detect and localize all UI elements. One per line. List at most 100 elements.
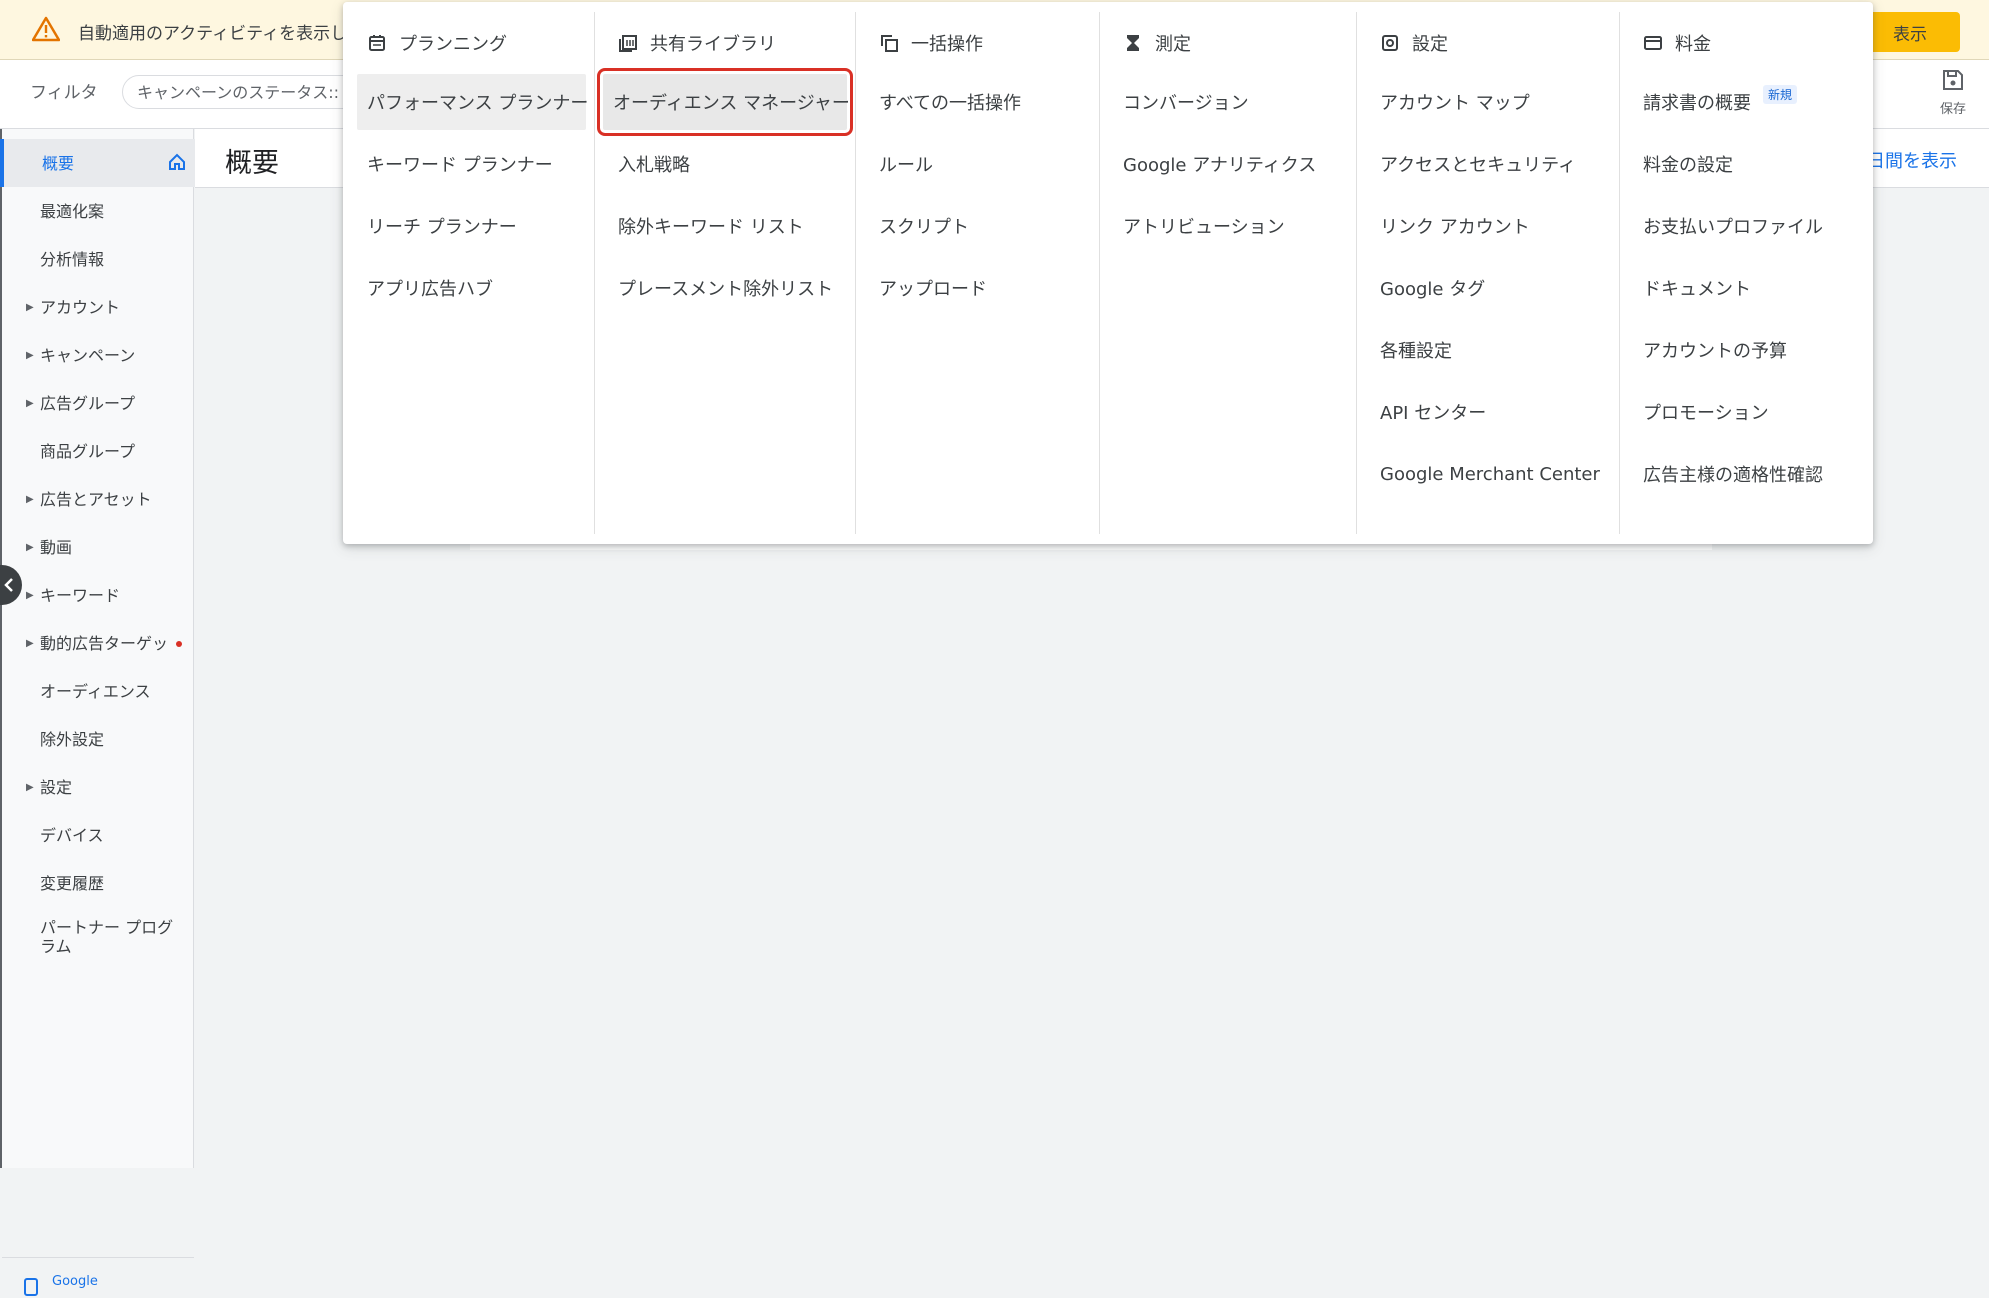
home-icon bbox=[169, 153, 185, 170]
menu-item-invoice-summary[interactable]: 請求書の概要 新規 bbox=[1633, 74, 1865, 130]
menu-item-keyword-planner[interactable]: キーワード プランナー bbox=[357, 136, 586, 192]
filter-label: フィルタ bbox=[30, 83, 98, 103]
menu-column-bulk-actions: 一括操作 すべての一括操作 ルール スクリプト アップロード bbox=[855, 12, 1100, 534]
menu-item-payments-profile[interactable]: お支払いプロファイル bbox=[1633, 198, 1865, 254]
nav-item-settings[interactable]: ▶ 設定 bbox=[2, 763, 194, 811]
date-range-link[interactable]: 日間を表示 bbox=[1867, 147, 1957, 173]
column-heading-text: 設定 bbox=[1412, 34, 1448, 55]
menu-item-bid-strategies[interactable]: 入札戦略 bbox=[608, 136, 847, 192]
nav-item-insights[interactable]: 分析情報 bbox=[2, 235, 194, 283]
mobile-app-promo[interactable]: Google bbox=[2, 1257, 194, 1298]
menu-item-google-analytics[interactable]: Google アナリティクス bbox=[1113, 136, 1348, 192]
menu-item-preferences[interactable]: 各種設定 bbox=[1370, 322, 1611, 378]
save-icon bbox=[1943, 70, 1963, 90]
menu-column-shared-library: 共有ライブラリ オーディエンス マネージャー 入札戦略 除外キーワード リスト … bbox=[594, 12, 856, 534]
expand-arrow-icon: ▶ bbox=[26, 637, 34, 649]
column-heading-measurement: 測定 bbox=[1123, 30, 1191, 56]
menu-item-billing-settings[interactable]: 料金の設定 bbox=[1633, 136, 1865, 192]
expand-arrow-icon: ▶ bbox=[26, 301, 34, 313]
nav-item-label: 概要 bbox=[42, 153, 75, 173]
nav-item-dynamic-ad-targets[interactable]: ▶ 動的広告ターゲッ bbox=[2, 619, 194, 667]
menu-column-settings: 設定 アカウント マップ アクセスとセキュリティ リンク アカウント Googl… bbox=[1356, 12, 1620, 534]
menu-item-all-bulk-actions[interactable]: すべての一括操作 bbox=[869, 74, 1091, 130]
nav-item-audiences[interactable]: オーディエンス bbox=[2, 667, 194, 715]
nav-item-label: 動画 bbox=[40, 537, 73, 557]
nav-item-devices[interactable]: デバイス bbox=[2, 811, 194, 859]
menu-item-linked-accounts[interactable]: リンク アカウント bbox=[1370, 198, 1611, 254]
column-heading-text: 一括操作 bbox=[911, 34, 983, 55]
column-heading-text: 測定 bbox=[1155, 34, 1191, 55]
column-heading-bulk-actions: 一括操作 bbox=[879, 30, 983, 56]
menu-item-performance-planner[interactable]: パフォーマンス プランナー bbox=[357, 74, 588, 130]
nav-item-videos[interactable]: ▶ 動画 bbox=[2, 523, 194, 571]
save-label: 保存 bbox=[1939, 102, 1966, 117]
app-promo-text: Google bbox=[52, 1274, 98, 1289]
menu-item-api-center[interactable]: API センター bbox=[1370, 384, 1611, 440]
menu-column-measurement: 測定 コンバージョン Google アナリティクス アトリビューション bbox=[1099, 12, 1357, 534]
nav-item-label: 最適化案 bbox=[40, 201, 105, 221]
nav-item-label: 設定 bbox=[40, 777, 73, 797]
menu-item-label: 請求書の概要 bbox=[1643, 93, 1751, 114]
menu-item-attribution[interactable]: アトリビューション bbox=[1113, 198, 1348, 254]
expand-arrow-icon: ▶ bbox=[26, 541, 34, 553]
phone-icon bbox=[24, 1278, 38, 1296]
column-heading-planning: プランニング bbox=[367, 30, 507, 56]
nav-item-label: キーワード bbox=[40, 585, 121, 605]
nav-item-campaigns[interactable]: ▶ キャンペーン bbox=[2, 331, 194, 379]
menu-item-merchant-center[interactable]: Google Merchant Center bbox=[1370, 446, 1611, 502]
menu-item-rules[interactable]: ルール bbox=[869, 136, 1091, 192]
expand-arrow-icon: ▶ bbox=[26, 589, 34, 601]
show-button[interactable]: 表示 bbox=[1860, 12, 1960, 52]
menu-item-app-ads-hub[interactable]: アプリ広告ハブ bbox=[357, 260, 586, 316]
column-heading-shared-library: 共有ライブラリ bbox=[618, 30, 776, 56]
nav-item-label: 変更履歴 bbox=[40, 873, 105, 893]
menu-item-account-budgets[interactable]: アカウントの予算 bbox=[1633, 322, 1865, 378]
column-heading-text: プランニング bbox=[399, 34, 507, 55]
nav-item-label: 除外設定 bbox=[40, 729, 105, 749]
page-title: 概要 bbox=[225, 148, 279, 179]
menu-column-billing: 料金 請求書の概要 新規 料金の設定 お支払いプロファイル ドキュメント アカウ… bbox=[1619, 12, 1873, 534]
nav-item-recommendations[interactable]: 最適化案 bbox=[2, 187, 194, 235]
nav-item-ads-assets[interactable]: ▶ 広告とアセット bbox=[2, 475, 194, 523]
menu-item-audience-manager[interactable]: オーディエンス マネージャー bbox=[597, 68, 853, 136]
nav-item-account[interactable]: ▶ アカウント bbox=[2, 283, 194, 331]
nav-item-ad-groups[interactable]: ▶ 広告グループ bbox=[2, 379, 194, 427]
expand-arrow-icon: ▶ bbox=[26, 349, 34, 361]
chevron-left-icon bbox=[4, 578, 13, 592]
new-badge: 新規 bbox=[1763, 84, 1798, 104]
library-icon bbox=[619, 35, 637, 52]
nav-item-change-history[interactable]: 変更履歴 bbox=[2, 859, 194, 907]
nav-item-label: キャンペーン bbox=[40, 345, 136, 365]
menu-item-documents[interactable]: ドキュメント bbox=[1633, 260, 1865, 316]
nav-item-product-groups[interactable]: 商品グループ bbox=[2, 427, 194, 475]
menu-item-scripts[interactable]: スクリプト bbox=[869, 198, 1091, 254]
menu-item-uploads[interactable]: アップロード bbox=[869, 260, 1091, 316]
warning-icon bbox=[32, 16, 60, 42]
menu-item-reach-planner[interactable]: リーチ プランナー bbox=[357, 198, 586, 254]
menu-item-placement-exclusion-lists[interactable]: プレースメント除外リスト bbox=[608, 260, 847, 316]
save-button[interactable]: 保存 bbox=[1928, 68, 1978, 124]
side-navigation: 概要 最適化案 分析情報 ▶ アカウント ▶ キャンペーン ▶ 広告グループ 商… bbox=[0, 129, 196, 1296]
menu-item-conversions[interactable]: コンバージョン bbox=[1113, 74, 1348, 130]
menu-column-planning: プランニング パフォーマンス プランナー キーワード プランナー リーチ プラン… bbox=[343, 12, 595, 534]
menu-item-account-map[interactable]: アカウント マップ bbox=[1370, 74, 1611, 130]
nav-item-label: デバイス bbox=[40, 825, 104, 845]
menu-item-google-tag[interactable]: Google タグ bbox=[1370, 260, 1611, 316]
column-heading-text: 料金 bbox=[1675, 34, 1711, 55]
nav-item-exclusions[interactable]: 除外設定 bbox=[2, 715, 194, 763]
nav-item-label: 商品グループ bbox=[40, 441, 136, 461]
notification-dot bbox=[176, 641, 182, 647]
calendar-icon bbox=[369, 35, 385, 51]
menu-item-negative-keyword-lists[interactable]: 除外キーワード リスト bbox=[608, 198, 847, 254]
nav-item-overview[interactable]: 概要 bbox=[0, 139, 196, 187]
nav-item-keywords[interactable]: ▶ キーワード bbox=[2, 571, 194, 619]
menu-item-advertiser-verification[interactable]: 広告主様の適格性確認 bbox=[1633, 446, 1865, 502]
nav-item-label: オーディエンス bbox=[40, 681, 151, 701]
menu-item-promotions[interactable]: プロモーション bbox=[1633, 384, 1865, 440]
column-heading-settings: 設定 bbox=[1380, 30, 1448, 56]
nav-item-partner-program[interactable]: パートナー プログラム bbox=[2, 907, 194, 967]
menu-item-access-security[interactable]: アクセスとセキュリティ bbox=[1370, 136, 1611, 192]
banner-text: 自動適用のアクティビティを表示しま bbox=[78, 24, 365, 44]
column-heading-billing: 料金 bbox=[1643, 30, 1711, 56]
hourglass-icon bbox=[1127, 35, 1139, 51]
